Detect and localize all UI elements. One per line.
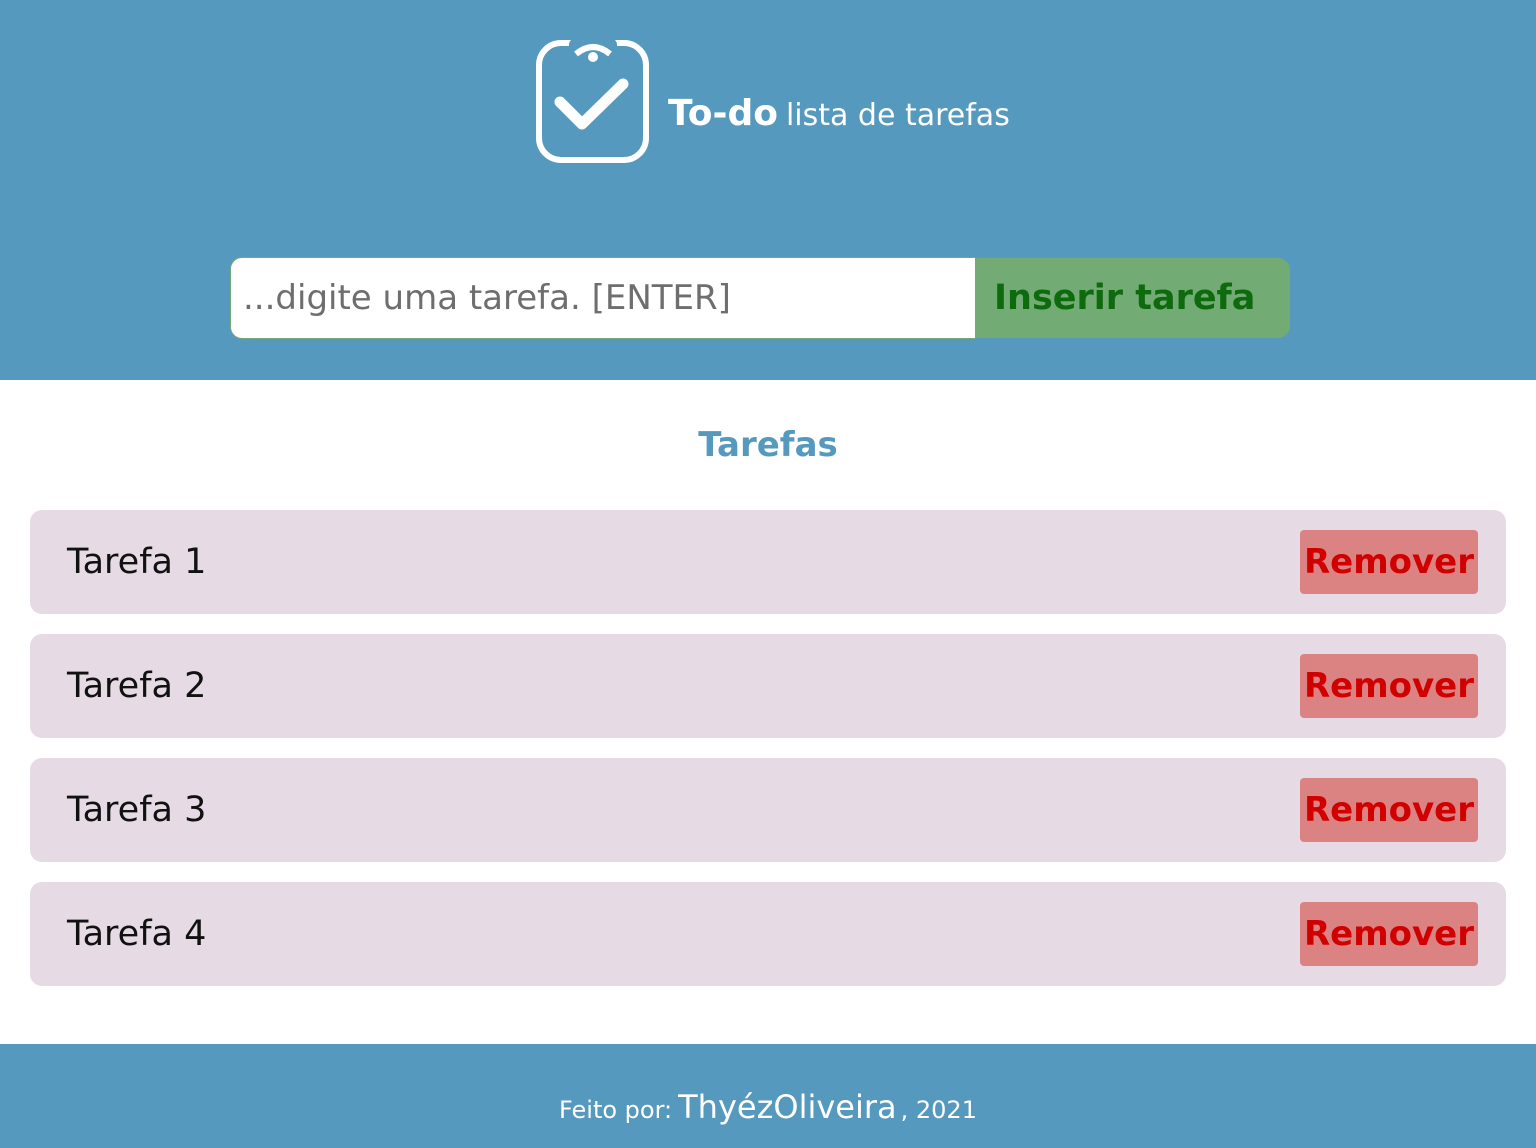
footer-prefix: Feito por:	[559, 1096, 673, 1124]
remove-task-button[interactable]: Remover	[1300, 530, 1478, 594]
task-form: Inserir tarefa	[230, 257, 1290, 339]
remove-task-button[interactable]: Remover	[1300, 778, 1478, 842]
task-label: Tarefa 3	[67, 790, 207, 830]
task-item: Tarefa 2 Remover	[30, 634, 1506, 738]
task-input[interactable]	[230, 257, 976, 339]
task-item: Tarefa 1 Remover	[30, 510, 1506, 614]
tasks-heading: Tarefas	[698, 425, 838, 465]
task-label: Tarefa 4	[67, 914, 207, 954]
app-header: To-dolista de tarefas Inserir tarefa	[0, 0, 1536, 380]
app-title: To-do lista de tarefas	[668, 88, 1010, 140]
task-list: Tarefa 1 Remover Tarefa 2 Remover Tarefa…	[30, 510, 1506, 1006]
task-item: Tarefa 3 Remover	[30, 758, 1506, 862]
footer-year: , 2021	[900, 1096, 977, 1124]
task-label: Tarefa 2	[67, 666, 207, 706]
app-footer: Feito por: ThyézOliveira, 2021	[0, 1044, 1536, 1148]
task-item: Tarefa 4 Remover	[30, 882, 1506, 986]
footer-author-link[interactable]: ThyézOliveira	[678, 1088, 897, 1126]
task-label: Tarefa 1	[67, 542, 207, 582]
footer-credit: Feito por: ThyézOliveira, 2021	[0, 1088, 1536, 1126]
app-title-light: lista de tarefas	[785, 98, 1010, 133]
clipboard-check-icon	[536, 38, 649, 163]
insert-task-button[interactable]: Inserir tarefa	[976, 258, 1290, 338]
app-title-strong: To-do	[668, 93, 778, 134]
remove-task-button[interactable]: Remover	[1300, 902, 1478, 966]
remove-task-button[interactable]: Remover	[1300, 654, 1478, 718]
